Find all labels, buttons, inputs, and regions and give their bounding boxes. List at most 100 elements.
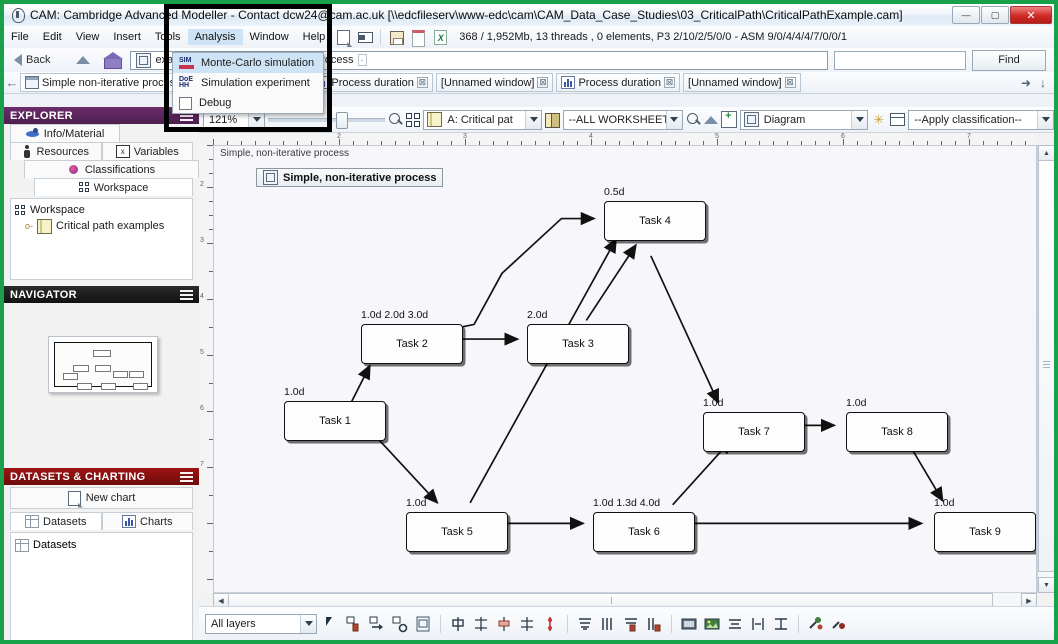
distribute-delete-icon[interactable] xyxy=(645,615,663,633)
panel-menu-icon[interactable] xyxy=(180,471,193,482)
tree-item-workspace[interactable]: Workspace xyxy=(15,202,188,218)
distribute-columns-icon[interactable] xyxy=(599,615,617,633)
menu-item-simulation-experiment[interactable]: DoE HH Simulation experiment xyxy=(173,73,323,93)
diagram-node[interactable]: Task 2 xyxy=(361,324,463,364)
close-icon[interactable]: ⊠ xyxy=(416,77,428,88)
text-align-icon[interactable] xyxy=(726,615,744,633)
maximize-button[interactable]: ▢ xyxy=(981,6,1009,24)
menu-item-monte-carlo-simulation[interactable]: SIM Monte-Carlo simulation xyxy=(173,53,323,73)
align-center-icon[interactable] xyxy=(449,615,467,633)
close-icon[interactable]: ⊠ xyxy=(664,77,676,88)
tab-next-icon[interactable]: ➜ xyxy=(1021,76,1031,90)
navigator-thumbnail[interactable] xyxy=(48,336,158,393)
datasets-tab-datasets[interactable]: Datasets xyxy=(10,512,102,530)
find-input[interactable] xyxy=(834,50,966,70)
zoom-search-icon[interactable] xyxy=(388,112,404,128)
diagram-node[interactable]: Task 6 xyxy=(593,512,695,552)
explorer-tab-workspace[interactable]: Workspace xyxy=(34,178,193,196)
align-bottom-icon[interactable] xyxy=(495,615,513,633)
expander-icon[interactable]: o- xyxy=(25,221,33,231)
explorer-tab-classifications[interactable]: Classifications xyxy=(24,160,199,178)
menu-tools[interactable]: Tools xyxy=(148,29,188,45)
worksheet-selector-combo[interactable]: A: Critical pat xyxy=(423,109,543,130)
add-link-icon[interactable] xyxy=(368,615,386,633)
edit-diagram-icon[interactable] xyxy=(414,615,432,633)
zoom-slider-thumb[interactable] xyxy=(336,111,349,129)
datasets-tab-charts[interactable]: Charts xyxy=(101,512,193,530)
library-icon[interactable] xyxy=(545,113,560,128)
menu-insert[interactable]: Insert xyxy=(106,29,148,45)
minimize-button[interactable]: — xyxy=(952,6,980,24)
menu-analysis[interactable]: Analysis xyxy=(187,29,243,45)
tree-item-datasets[interactable]: Datasets xyxy=(15,537,188,553)
explorer-tree[interactable]: Workspace o- Critical path examples xyxy=(10,198,193,280)
format-painter-icon[interactable] xyxy=(807,615,825,633)
find-button[interactable]: Find xyxy=(972,49,1046,71)
menu-item-debug[interactable]: Debug xyxy=(173,93,323,113)
tab-unnamed-window-3[interactable]: [Unnamed window] ⊠ xyxy=(683,73,801,92)
diagram-node[interactable]: Task 8 xyxy=(846,412,948,452)
diagram-title-chip[interactable]: Simple, non-iterative process xyxy=(256,168,444,187)
distribute-icon[interactable] xyxy=(472,615,490,633)
diagram-node[interactable]: Task 1 xyxy=(284,401,386,441)
open-folder-icon[interactable] xyxy=(356,28,374,46)
layout-burst-icon[interactable]: ✳ xyxy=(871,112,887,128)
tab-scroll-left-icon[interactable]: ← xyxy=(4,75,20,90)
clear-format-icon[interactable] xyxy=(830,615,848,633)
new-page-icon[interactable] xyxy=(334,28,352,46)
datasets-tree[interactable]: Datasets xyxy=(10,532,193,640)
excel-export-icon[interactable]: X xyxy=(431,28,449,46)
menu-help[interactable]: Help xyxy=(296,29,333,45)
save-icon[interactable] xyxy=(387,28,405,46)
scroll-up-button[interactable]: ▲ xyxy=(1038,145,1054,161)
chevron-down-icon[interactable] xyxy=(1037,110,1054,129)
chevron-down-icon[interactable] xyxy=(300,614,316,633)
home-icon[interactable] xyxy=(103,52,124,69)
align-middle-icon[interactable] xyxy=(518,615,536,633)
diagram-node[interactable]: Task 9 xyxy=(934,512,1036,552)
back-button[interactable]: Back xyxy=(14,54,50,66)
chevron-down-icon[interactable] xyxy=(665,110,682,129)
report-icon[interactable] xyxy=(409,28,427,47)
breadcrumb-more-icon[interactable]: · xyxy=(357,54,367,66)
align-row-delete-icon[interactable] xyxy=(622,615,640,633)
vertical-scrollbar[interactable]: ▲ ▼ xyxy=(1037,145,1054,593)
horizontal-scrollbar[interactable]: ◀ ▶ xyxy=(213,592,1037,608)
diagram-node[interactable]: Task 3 xyxy=(527,324,629,364)
close-icon[interactable]: ⊠ xyxy=(537,77,549,88)
navigator-panel[interactable] xyxy=(4,303,199,468)
diagram-node[interactable]: Task 5 xyxy=(406,512,508,552)
new-chart-button[interactable]: New chart xyxy=(10,487,193,509)
add-loop-icon[interactable] xyxy=(391,615,409,633)
chevron-down-icon[interactable] xyxy=(525,110,542,129)
tab-process-duration-1[interactable]: Process duration ⊠ xyxy=(309,73,433,92)
explorer-tab-variables[interactable]: x Variables xyxy=(101,142,193,160)
tab-unnamed-window-2[interactable]: [Unnamed window] ⊠ xyxy=(435,73,554,92)
image-icon[interactable] xyxy=(703,615,721,633)
chevron-down-icon[interactable] xyxy=(851,110,868,129)
panel-menu-icon[interactable] xyxy=(180,289,193,300)
view-type-combo[interactable]: Diagram xyxy=(739,109,869,130)
menu-file[interactable]: File xyxy=(4,29,36,45)
diagram-node[interactable]: Task 7 xyxy=(703,412,805,452)
filter-search-icon[interactable] xyxy=(686,112,702,128)
vertical-scrollbar-thumb[interactable] xyxy=(1038,160,1054,572)
close-icon[interactable]: ⊠ xyxy=(784,77,796,88)
tab-simple-non-iterative-process[interactable]: Simple non-iterative process xyxy=(20,73,186,92)
menu-edit[interactable]: Edit xyxy=(36,29,69,45)
new-view-icon[interactable] xyxy=(721,110,737,128)
size-icon[interactable] xyxy=(772,615,790,633)
fill-color-icon[interactable] xyxy=(680,615,698,633)
navigator-viewport[interactable] xyxy=(54,342,152,390)
tab-list-icon[interactable]: ↓ xyxy=(1040,76,1046,90)
label-icon[interactable] xyxy=(889,113,906,126)
align-vertical-icon[interactable] xyxy=(541,615,559,633)
classification-combo[interactable]: --Apply classification-- xyxy=(908,109,1054,130)
diagram-sheet[interactable]: Simple, non-iterative process Simple, no… xyxy=(213,145,1037,593)
menu-window[interactable]: Window xyxy=(243,29,296,45)
align-row-icon[interactable] xyxy=(576,615,594,633)
tab-process-duration-2[interactable]: Process duration ⊠ xyxy=(556,73,681,92)
up-level-icon[interactable] xyxy=(76,56,91,64)
close-button[interactable]: ✕ xyxy=(1010,6,1052,24)
select-arrow-icon[interactable] xyxy=(322,615,340,633)
